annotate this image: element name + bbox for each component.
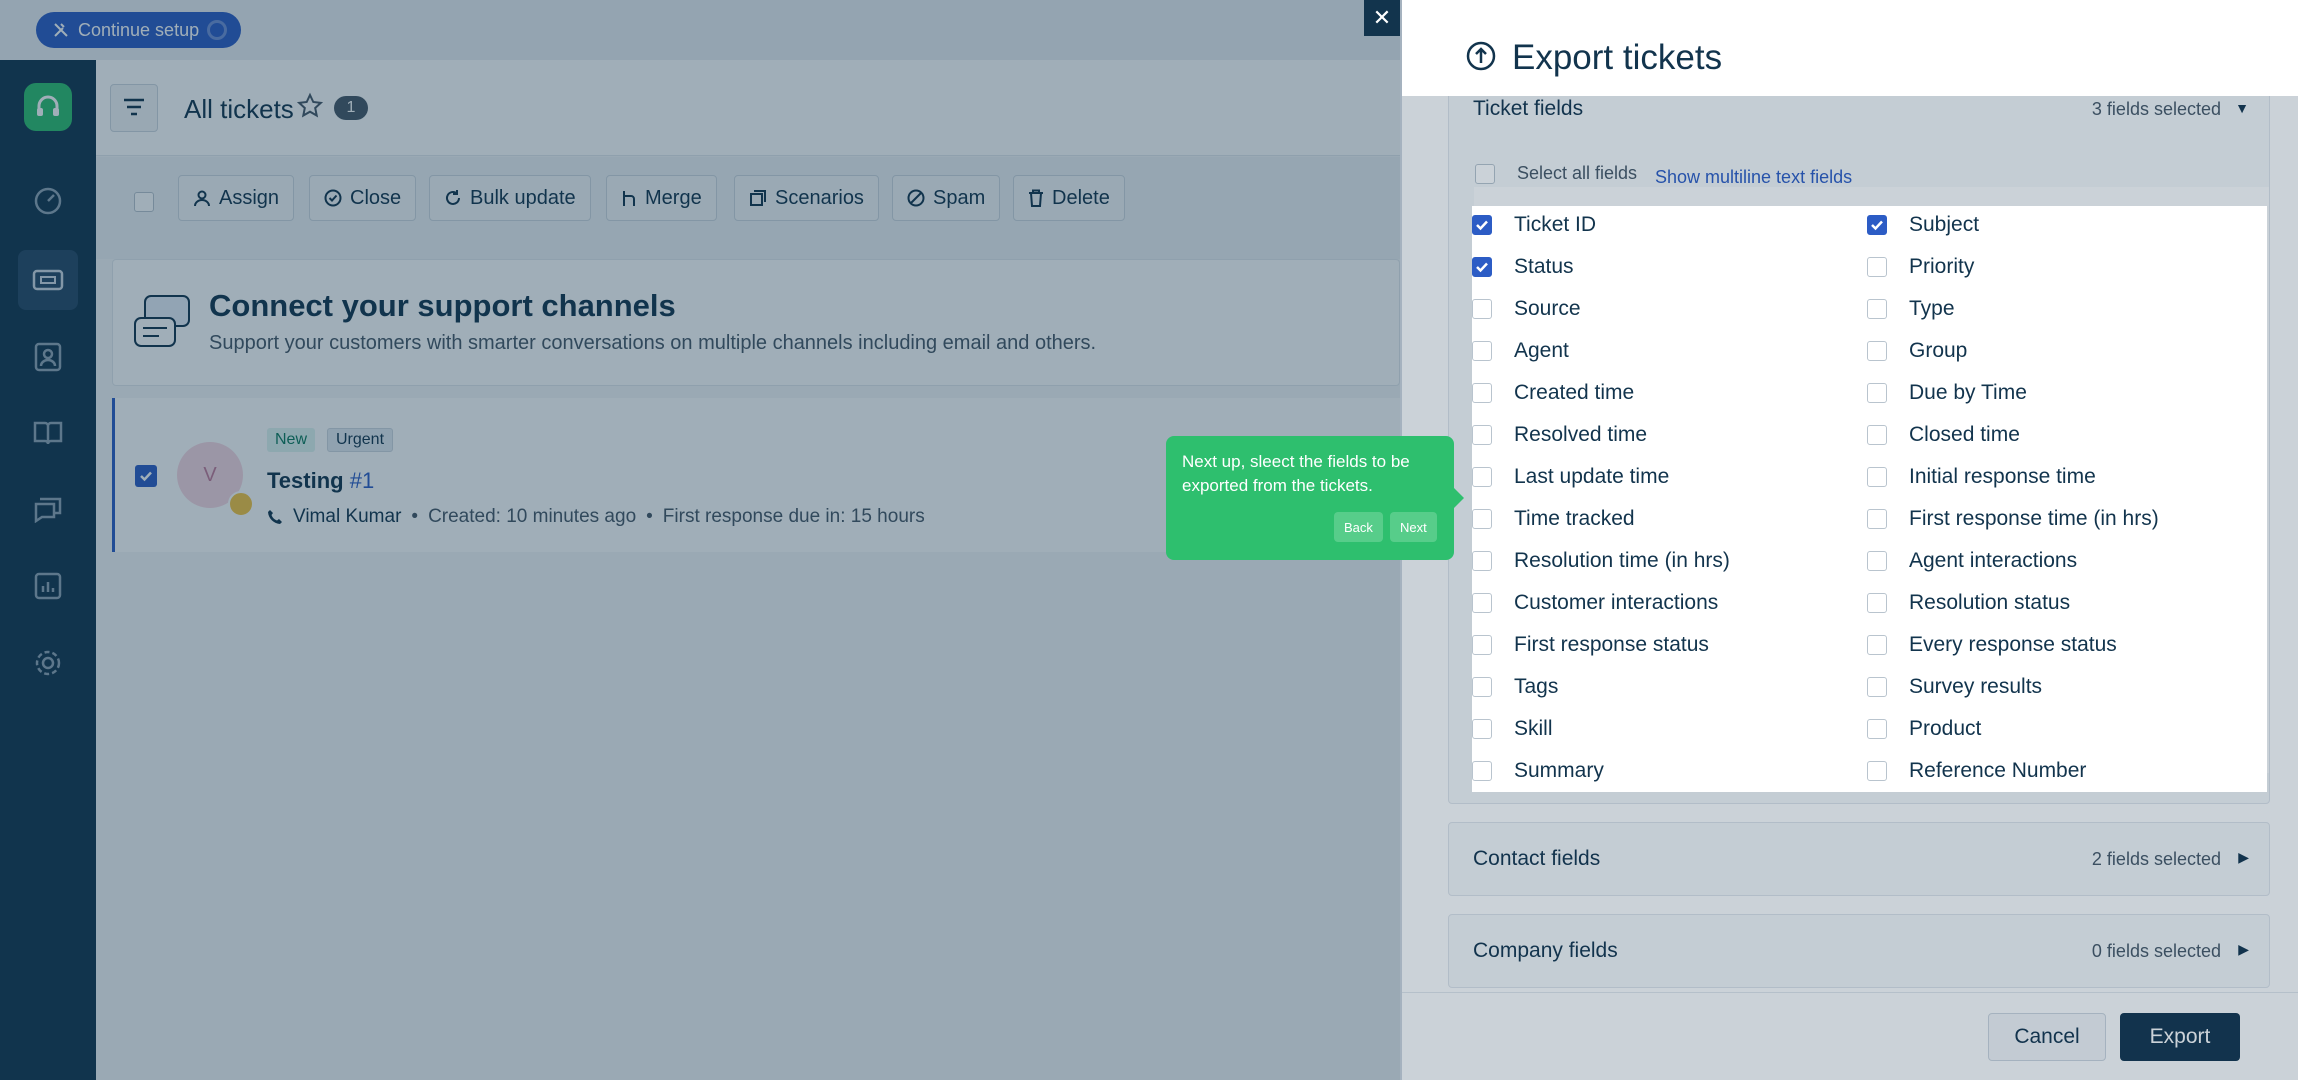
field-checkbox[interactable]	[1867, 761, 1887, 781]
field-option[interactable]: Resolved time	[1472, 420, 1647, 450]
field-label: Every response status	[1909, 633, 2117, 656]
field-checkbox[interactable]	[1867, 467, 1887, 487]
check-icon	[1476, 220, 1488, 231]
field-label: Product	[1909, 717, 1982, 740]
field-label: Created time	[1514, 381, 1635, 404]
field-label: Source	[1514, 297, 1581, 320]
field-option[interactable]: Survey results	[1867, 672, 2042, 702]
field-checkbox[interactable]	[1867, 593, 1887, 613]
field-option[interactable]: Agent	[1472, 336, 1569, 366]
field-checkbox[interactable]	[1867, 383, 1887, 403]
field-label: Subject	[1909, 213, 1980, 236]
field-checkbox[interactable]	[1867, 257, 1887, 277]
field-option[interactable]: Agent interactions	[1867, 546, 2077, 576]
field-label: Summary	[1514, 759, 1604, 782]
field-option[interactable]: Created time	[1472, 378, 1634, 408]
field-label: Closed time	[1909, 423, 2020, 446]
field-label: Resolution time (in hrs)	[1514, 549, 1730, 572]
field-label: Group	[1909, 339, 1968, 362]
field-checkbox[interactable]	[1867, 341, 1887, 361]
field-option[interactable]: Time tracked	[1472, 504, 1635, 534]
field-label: First response time (in hrs)	[1909, 507, 2159, 530]
field-label: Time tracked	[1514, 507, 1635, 530]
field-label: Last update time	[1514, 465, 1670, 488]
field-option[interactable]: Type	[1867, 294, 1955, 324]
field-label: Resolved time	[1514, 423, 1648, 446]
field-checkbox[interactable]	[1867, 509, 1887, 529]
field-label: Ticket ID	[1514, 213, 1597, 236]
field-checkbox[interactable]	[1867, 719, 1887, 739]
field-option[interactable]: First response status	[1472, 630, 1709, 660]
field-checkbox[interactable]	[1472, 467, 1492, 487]
field-checkbox[interactable]	[1867, 215, 1887, 235]
field-checkbox[interactable]	[1867, 677, 1887, 697]
field-label: Initial response time	[1909, 465, 2096, 488]
field-checkbox[interactable]	[1472, 593, 1492, 613]
field-option[interactable]: Initial response time	[1867, 462, 2096, 492]
field-checkbox[interactable]	[1472, 677, 1492, 697]
field-checkbox[interactable]	[1472, 635, 1492, 655]
check-icon	[1871, 220, 1883, 231]
field-option[interactable]: Summary	[1472, 756, 1604, 786]
field-label: Agent interactions	[1909, 549, 2078, 572]
field-option[interactable]: Group	[1867, 336, 1967, 366]
field-label: Priority	[1909, 255, 1975, 278]
field-label: First response status	[1514, 633, 1709, 656]
field-option[interactable]: Resolution status	[1867, 588, 2070, 618]
field-label: Reference Number	[1909, 759, 2087, 782]
field-checkbox[interactable]	[1472, 383, 1492, 403]
export-icon	[1466, 41, 1496, 71]
field-option[interactable]: Subject	[1867, 210, 1979, 240]
field-option[interactable]: Reference Number	[1867, 756, 2086, 786]
field-label: Skill	[1514, 717, 1553, 740]
field-option[interactable]: Source	[1472, 294, 1581, 324]
field-checkbox[interactable]	[1472, 257, 1492, 277]
field-option[interactable]: Status	[1472, 252, 1574, 282]
field-option[interactable]: Skill	[1472, 714, 1553, 744]
field-checkbox[interactable]	[1867, 635, 1887, 655]
field-label: Status	[1514, 255, 1574, 278]
field-checkbox[interactable]	[1867, 425, 1887, 445]
onboarding-tooltip: Next up, sleect the fields to be exporte…	[1166, 436, 1464, 560]
field-option[interactable]: Customer interactions	[1472, 588, 1718, 618]
close-panel-button[interactable]: ✕	[1364, 0, 1400, 36]
field-checkbox[interactable]	[1867, 299, 1887, 319]
panel-header: Export tickets	[1402, 0, 2298, 96]
field-label: Agent	[1514, 339, 1569, 362]
field-checkbox[interactable]	[1472, 509, 1492, 529]
field-checkbox[interactable]	[1472, 425, 1492, 445]
field-checkbox[interactable]	[1472, 299, 1492, 319]
field-label: Type	[1909, 297, 1955, 320]
tooltip-next-button[interactable]: Next	[1390, 512, 1437, 542]
tooltip-back-button[interactable]: Back	[1334, 512, 1383, 542]
field-label: Tags	[1514, 675, 1559, 698]
field-option[interactable]: Closed time	[1867, 420, 2020, 450]
field-option[interactable]: Resolution time (in hrs)	[1472, 546, 1730, 576]
field-label: Due by Time	[1909, 381, 2027, 404]
panel-title: Export tickets	[1512, 38, 1723, 77]
field-option[interactable]: Due by Time	[1867, 378, 2027, 408]
field-option[interactable]: Product	[1867, 714, 1981, 744]
field-label: Survey results	[1909, 675, 2043, 698]
field-checkbox[interactable]	[1472, 719, 1492, 739]
field-checkbox[interactable]	[1867, 551, 1887, 571]
field-option[interactable]: Ticket ID	[1472, 210, 1596, 240]
field-label: Resolution status	[1909, 591, 2071, 614]
field-option[interactable]: Priority	[1867, 252, 1974, 282]
field-checkbox[interactable]	[1472, 551, 1492, 571]
field-checkbox[interactable]	[1472, 761, 1492, 781]
tooltip-text: Next up, sleect the fields to be exporte…	[1182, 452, 1410, 495]
highlighted-field-list: Ticket ID Subject Status Priority Source Type…	[1472, 206, 2267, 792]
field-checkbox[interactable]	[1472, 341, 1492, 361]
check-icon	[1476, 262, 1488, 273]
field-label: Customer interactions	[1514, 591, 1719, 614]
field-checkbox[interactable]	[1472, 215, 1492, 235]
field-option[interactable]: Last update time	[1472, 462, 1669, 492]
field-option[interactable]: Tags	[1472, 672, 1558, 702]
field-option[interactable]: Every response status	[1867, 630, 2117, 660]
field-option[interactable]: First response time (in hrs)	[1867, 504, 2159, 534]
